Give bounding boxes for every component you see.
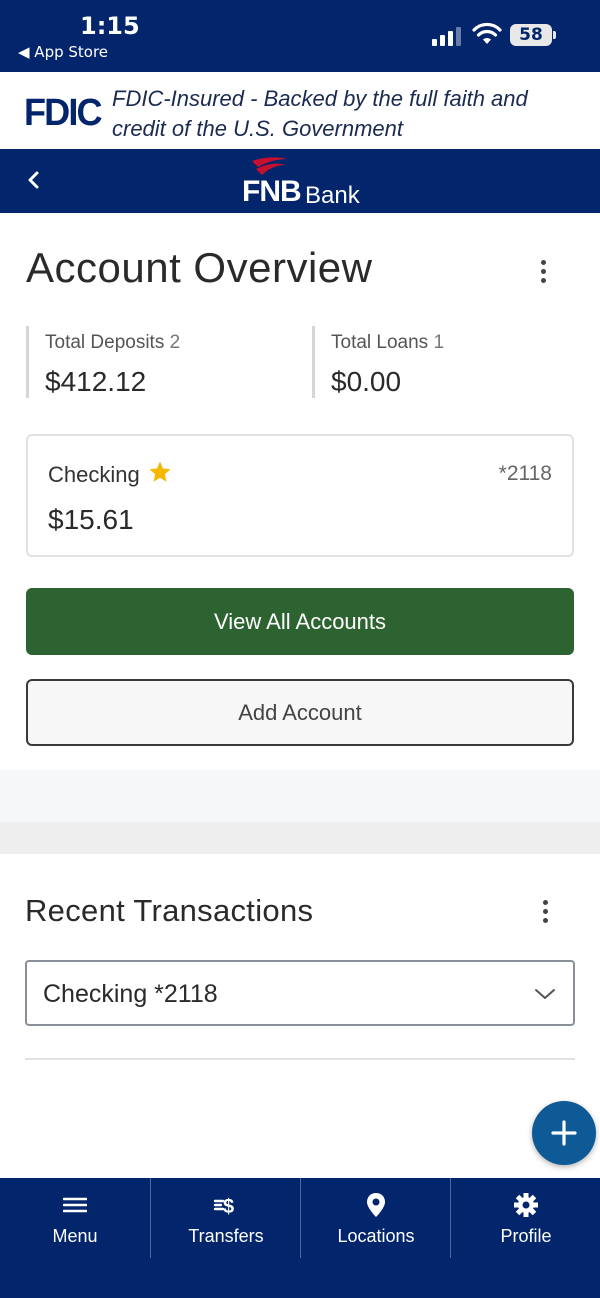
total-deposits-label: Total Deposits 2 [45,332,181,353]
total-deposits-value: $412.12 [45,366,147,397]
brand-bank: Bank [305,182,360,209]
total-loans-summary: Total Loans 1 $0.00 [312,326,444,398]
recent-transactions-title: Recent Transactions [25,893,314,928]
section-separator [0,770,600,822]
add-account-button[interactable]: Add Account [26,679,574,746]
view-all-accounts-button[interactable]: View All Accounts [26,588,574,655]
page-title: Account Overview [26,244,373,291]
tab-locations-label: Locations [337,1226,415,1246]
battery-indicator: 58 [510,24,552,46]
checking-account-card[interactable]: Checking *2118 $15.61 [26,434,574,557]
gear-icon [514,1193,538,1217]
total-loans-label: Total Loans 1 [331,332,445,353]
tab-locations[interactable]: Locations [301,1178,451,1258]
tab-menu[interactable]: Menu [0,1178,150,1258]
section-separator-band [0,822,600,854]
fdic-logo: FDIC [24,92,103,134]
chevron-down-icon [535,989,555,999]
location-pin-icon [367,1193,385,1217]
nav-header: FNB Bank [0,149,600,213]
transactions-divider [25,1058,575,1060]
overview-more-options-icon[interactable] [538,258,548,286]
cellular-signal-icon [432,26,462,46]
total-loans-count: 1 [433,332,445,353]
fdic-disclaimer: FDIC-Insured - Backed by the full faith … [112,86,528,141]
menu-icon [63,1197,87,1213]
account-name: Checking [48,462,140,487]
back-chevron-icon[interactable] [22,165,46,195]
plus-icon [551,1120,577,1146]
tab-transfers[interactable]: $ Transfers [151,1178,301,1258]
total-deposits-count: 2 [169,332,181,353]
transfers-icon: $ [213,1196,234,1218]
add-fab-button[interactable] [532,1101,596,1165]
wifi-icon [472,22,502,44]
account-balance: $15.61 [48,504,134,535]
battery-tip [553,31,556,39]
tab-transfers-label: Transfers [188,1226,264,1246]
fnb-bank-logo: FNB Bank [242,155,372,209]
bottom-tab-bar: Menu $ Transfers Locations Profile [0,1178,600,1298]
status-bar: 1:15 ◀ App Store 58 [0,0,600,72]
transactions-more-options-icon[interactable] [540,898,550,926]
account-number: *2118 [498,462,552,485]
account-select-dropdown[interactable]: Checking *2118 [25,960,575,1026]
app-store-back-link[interactable]: ◀ App Store [18,43,108,61]
favorite-star-icon [149,461,171,482]
tab-profile-label: Profile [500,1226,552,1246]
status-time: 1:15 [80,12,140,40]
tab-menu-label: Menu [52,1226,98,1246]
selected-account-value: Checking *2118 [43,980,218,1008]
svg-text:$: $ [223,1196,234,1218]
fdic-banner: FDIC FDIC-Insured - Backed by the full f… [0,72,600,149]
total-deposits-summary: Total Deposits 2 $412.12 [26,326,180,398]
brand-fnb: FNB [242,175,302,208]
total-loans-value: $0.00 [331,366,402,397]
tab-profile[interactable]: Profile [451,1178,600,1258]
